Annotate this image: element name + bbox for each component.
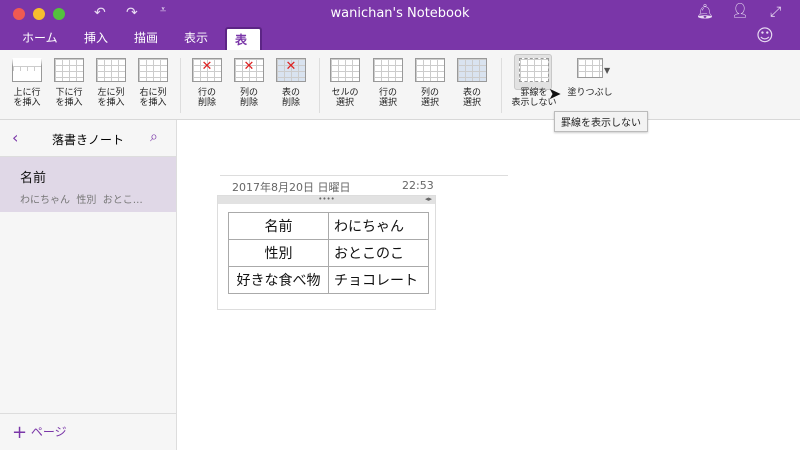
select-table-icon (457, 58, 487, 82)
label: 行の 削除 (197, 88, 216, 108)
tooltip: 罫線を表示しない (554, 111, 648, 132)
tab-table[interactable]: 表 (225, 27, 262, 50)
select-cell-button[interactable]: セルの 選択 (324, 58, 366, 108)
page-list-item[interactable]: 名前 わにちゃん 性別 おとこ… (0, 157, 176, 212)
x-mark-icon: ✕ (285, 59, 297, 74)
insert-left-icon (96, 58, 126, 82)
insert-below-icon (54, 58, 84, 82)
delete-column-button[interactable]: ✕ 列の 削除 (228, 58, 270, 108)
table-cell[interactable]: わにちゃん (328, 212, 429, 240)
table-row: 性別 おとこのこ (228, 239, 429, 267)
label: 行の 選択 (378, 88, 397, 108)
sidebar-header: ‹ 落書きノート ⌕ (0, 120, 176, 157)
paint-bucket-icon (577, 58, 603, 78)
table-row: 名前 わにちゃん (228, 212, 429, 240)
table-cell[interactable]: 名前 (228, 212, 329, 240)
tab-draw[interactable]: 描画 (126, 27, 166, 50)
delete-row-button[interactable]: ✕ 行の 削除 (186, 58, 228, 108)
divider (0, 413, 176, 414)
label: セルの 選択 (331, 88, 359, 108)
shading-button[interactable]: 塗りつぶし (562, 58, 618, 98)
title-line (220, 175, 508, 176)
sidebar: ‹ 落書きノート ⌕ 名前 わにちゃん 性別 おとこ… + ページ (0, 120, 177, 450)
table-row: 好きな食べ物 チョコレート (228, 266, 429, 294)
note-time: 22:53 (402, 179, 434, 192)
label: 表の 削除 (281, 88, 300, 108)
select-column-icon (415, 58, 445, 82)
label: 右に列 を挿入 (139, 88, 167, 108)
insert-below-button[interactable]: 下に行 を挿入 (48, 58, 90, 108)
note-date: 2017年8月20日 日曜日 (232, 181, 351, 194)
table[interactable]: 名前 わにちゃん 性別 おとこのこ 好きな食べ物 チョコレート (228, 212, 429, 294)
insert-right-icon (138, 58, 168, 82)
label: 列の 削除 (239, 88, 258, 108)
tab-home[interactable]: ホーム (14, 27, 66, 50)
select-column-button[interactable]: 列の 選択 (409, 58, 451, 108)
title-bar: ↶ ↷ ⩡ wanichan's Notebook 🔔︎ 👤︎ ⤢ ☺ ホーム … (0, 0, 800, 50)
insert-above-icon (12, 58, 42, 82)
table-cell[interactable]: 好きな食べ物 (228, 266, 329, 294)
label: 下に行 を挿入 (55, 88, 83, 108)
select-cell-icon (330, 58, 360, 82)
divider (501, 58, 502, 113)
select-row-button[interactable]: 行の 選択 (367, 58, 409, 108)
search-icon[interactable]: ⌕ (150, 129, 158, 145)
bell-icon[interactable]: 🔔︎ (696, 4, 714, 20)
x-mark-icon: ✕ (201, 59, 213, 74)
hide-borders-icon (519, 58, 549, 82)
label: 左に列 を挿入 (97, 88, 125, 108)
insert-above-button[interactable]: 上に行 を挿入 (6, 58, 48, 108)
plus-icon: + (12, 422, 28, 443)
add-page-button[interactable]: + ページ (12, 422, 67, 443)
resize-arrows-icon[interactable]: ◂▸ (425, 196, 432, 203)
move-handle[interactable]: •••• ◂▸ (218, 196, 435, 204)
delete-table-icon: ✕ (276, 58, 306, 82)
table-cell[interactable]: チョコレート (328, 266, 429, 294)
expand-icon[interactable]: ⤢ (770, 4, 781, 20)
divider (319, 58, 320, 113)
page-title: 名前 (20, 171, 47, 186)
delete-row-icon: ✕ (192, 58, 222, 82)
mouse-cursor-icon: ➤ (548, 84, 562, 103)
delete-table-button[interactable]: ✕ 表の 削除 (270, 58, 312, 108)
tab-insert[interactable]: 挿入 (76, 27, 116, 50)
add-user-icon[interactable]: 👤︎ (731, 3, 749, 19)
note-container[interactable]: •••• ◂▸ 名前 わにちゃん 性別 おとこのこ 好きな食べ物 チョコレート (217, 195, 436, 310)
smiley-icon[interactable]: ☺ (756, 26, 774, 46)
page-preview: わにちゃん 性別 おとこ… (20, 195, 143, 206)
insert-left-button[interactable]: 左に列 を挿入 (90, 58, 132, 108)
select-table-button[interactable]: 表の 選択 (451, 58, 493, 108)
ribbon: 上に行 を挿入 下に行 を挿入 左に列 を挿入 右に列 を挿入 ✕ 行の 削除 ✕… (0, 50, 800, 120)
tab-view[interactable]: 表示 (176, 27, 216, 50)
label: 表の 選択 (462, 88, 481, 108)
insert-right-button[interactable]: 右に列 を挿入 (132, 58, 174, 108)
window-title: wanichan's Notebook (330, 6, 470, 21)
label: ページ (30, 425, 67, 439)
table-cell[interactable]: おとこのこ (328, 239, 429, 267)
divider (180, 58, 181, 113)
select-row-icon (373, 58, 403, 82)
label: 塗りつぶし (567, 88, 613, 98)
delete-column-icon: ✕ (234, 58, 264, 82)
table-cell[interactable]: 性別 (228, 239, 329, 267)
label: 列の 選択 (420, 88, 439, 108)
dropdown-arrow-icon[interactable]: ▼ (604, 66, 610, 75)
x-mark-icon: ✕ (243, 59, 255, 74)
label: 上に行 を挿入 (13, 88, 41, 108)
